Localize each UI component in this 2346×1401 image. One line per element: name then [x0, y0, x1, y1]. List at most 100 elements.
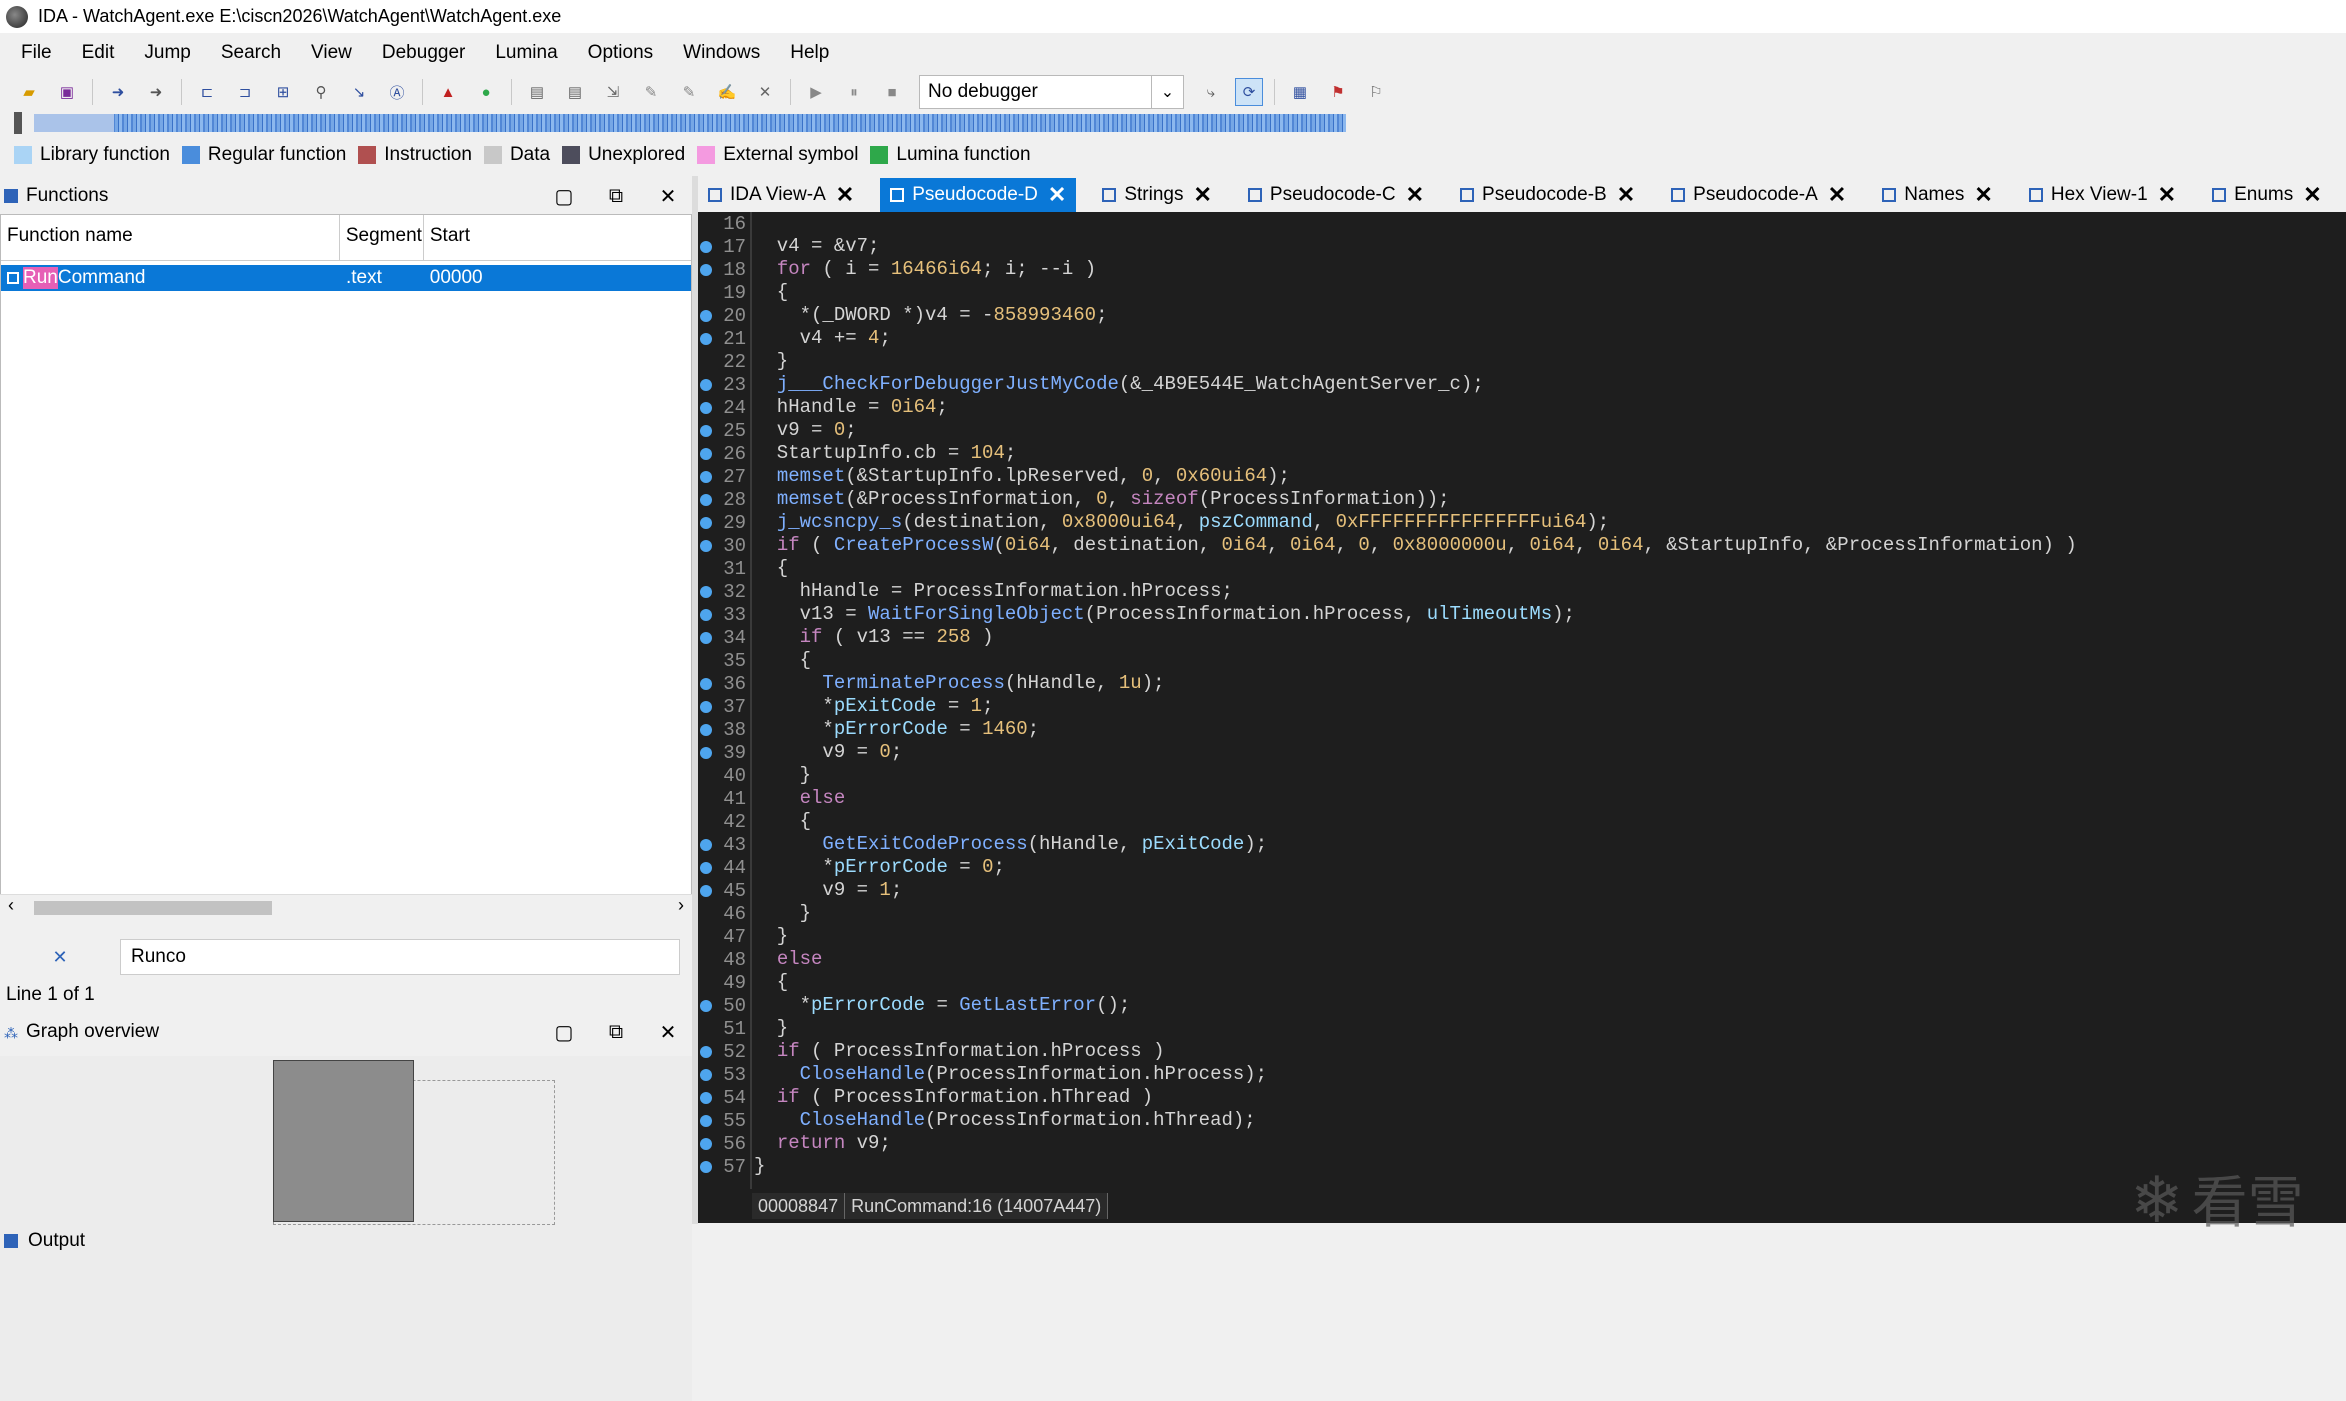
breakpoint-dot-icon[interactable]	[700, 540, 712, 552]
code-line[interactable]: }	[754, 350, 2077, 373]
stop-icon[interactable]: ■	[878, 78, 906, 106]
breakpoint-dot-icon[interactable]	[700, 1138, 712, 1150]
menu-edit[interactable]: Edit	[67, 42, 130, 64]
code-line[interactable]: {	[754, 281, 2077, 304]
code-line[interactable]: return v9;	[754, 1132, 2077, 1155]
code-line[interactable]: v4 += 4;	[754, 327, 2077, 350]
close-icon[interactable]: ✕	[656, 1020, 680, 1044]
close-tab-icon[interactable]: ✕	[1974, 182, 1992, 208]
column-start[interactable]: Start	[424, 215, 691, 260]
breakpoint-dot-icon[interactable]	[700, 586, 712, 598]
save-icon[interactable]: ▣	[53, 78, 81, 106]
close-tab-icon[interactable]: ✕	[1617, 182, 1635, 208]
code-line[interactable]: {	[754, 557, 2077, 580]
close-tab-icon[interactable]: ✕	[1406, 182, 1424, 208]
code-line[interactable]: v9 = 1;	[754, 879, 2077, 902]
code-line[interactable]: else	[754, 787, 2077, 810]
code-line[interactable]: *pErrorCode = GetLastError();	[754, 994, 2077, 1017]
scroll-right-icon[interactable]: ›	[678, 895, 684, 916]
code-icon[interactable]: ⊏	[193, 78, 221, 106]
code-line[interactable]: j___CheckForDebuggerJustMyCode(&_4B9E544…	[754, 373, 2077, 396]
close-tab-icon[interactable]: ✕	[2158, 182, 2176, 208]
close-tab-icon[interactable]: ✕	[1193, 182, 1211, 208]
breakpoint-dot-icon[interactable]	[700, 241, 712, 253]
sign-icon[interactable]: ✍	[713, 78, 741, 106]
close-tab-icon[interactable]: ✕	[2303, 182, 2321, 208]
data-icon[interactable]: ⊐	[231, 78, 259, 106]
code-line[interactable]: memset(&ProcessInformation, 0, sizeof(Pr…	[754, 488, 2077, 511]
menu-search[interactable]: Search	[206, 42, 296, 64]
menu-lumina[interactable]: Lumina	[480, 42, 572, 64]
menu-options[interactable]: Options	[573, 42, 668, 64]
code-line[interactable]: }	[754, 1017, 2077, 1040]
flag-icon[interactable]: ⚐	[1362, 78, 1390, 106]
menu-jump[interactable]: Jump	[129, 42, 205, 64]
breakpoint-dot-icon[interactable]	[700, 310, 712, 322]
breakpoint-dot-icon[interactable]	[700, 379, 712, 391]
tab-strings[interactable]: Strings ✕	[1092, 178, 1222, 212]
breakpoint-dot-icon[interactable]	[700, 839, 712, 851]
breakpoint-dot-icon[interactable]	[700, 1092, 712, 1104]
breakpoint-dot-icon[interactable]	[700, 1000, 712, 1012]
navigation-map[interactable]	[34, 114, 1346, 132]
code-line[interactable]: CloseHandle(ProcessInformation.hThread);	[754, 1109, 2077, 1132]
pause-icon[interactable]: ⏸	[840, 78, 868, 106]
breakpoint-dot-icon[interactable]	[700, 264, 712, 276]
code-line[interactable]: v9 = 0;	[754, 419, 2077, 442]
tab-names[interactable]: Names ✕	[1872, 178, 2003, 212]
menu-view[interactable]: View	[296, 42, 367, 64]
sync-icon[interactable]: ⟳	[1235, 78, 1263, 106]
breakpoint-dot-icon[interactable]	[700, 494, 712, 506]
breakpoint-dot-icon[interactable]	[700, 448, 712, 460]
code-line[interactable]: CloseHandle(ProcessInformation.hProcess)…	[754, 1063, 2077, 1086]
breakpoint-dot-icon[interactable]	[700, 632, 712, 644]
code-line[interactable]: v13 = WaitForSingleObject(ProcessInforma…	[754, 603, 2077, 626]
code-line[interactable]: memset(&StartupInfo.lpReserved, 0, 0x60u…	[754, 465, 2077, 488]
green-dot-icon[interactable]: ●	[472, 78, 500, 106]
tab-ida-view-a[interactable]: IDA View-A ✕	[698, 178, 864, 212]
code-line[interactable]: if ( ProcessInformation.hThread )	[754, 1086, 2077, 1109]
tab-pseudocode-c[interactable]: Pseudocode-C ✕	[1238, 178, 1434, 212]
code-line[interactable]	[754, 212, 2077, 235]
menu-file[interactable]: File	[6, 42, 67, 64]
code-line[interactable]: *pExitCode = 1;	[754, 695, 2077, 718]
tab-pseudocode-b[interactable]: Pseudocode-B ✕	[1450, 178, 1645, 212]
tab-pseudocode-d[interactable]: Pseudocode-D ✕	[880, 178, 1077, 212]
float-icon[interactable]: ⧉	[604, 184, 628, 208]
table-row[interactable]: Run Command .text 00000	[1, 265, 691, 291]
graph-icon[interactable]: ⚑	[1324, 78, 1352, 106]
print2-icon[interactable]: ▤	[561, 78, 589, 106]
code-line[interactable]: *(_DWORD *)v4 = -858993460;	[754, 304, 2077, 327]
print-icon[interactable]: ▤	[523, 78, 551, 106]
export-icon[interactable]: ⇲	[599, 78, 627, 106]
column-function-name[interactable]: Function name	[1, 215, 340, 260]
column-segment[interactable]: Segment	[340, 215, 424, 260]
breakpoint-dot-icon[interactable]	[700, 862, 712, 874]
code-line[interactable]: GetExitCodeProcess(hHandle, pExitCode);	[754, 833, 2077, 856]
code-line[interactable]: }	[754, 1155, 2077, 1178]
breakpoint-dot-icon[interactable]	[700, 1161, 712, 1173]
breakpoint-dot-icon[interactable]	[700, 885, 712, 897]
code-line[interactable]: {	[754, 971, 2077, 994]
tab-hex-view-1[interactable]: Hex View-1 ✕	[2019, 178, 2186, 212]
tab-pseudocode-a[interactable]: Pseudocode-A ✕	[1661, 178, 1856, 212]
forward-arrow-icon[interactable]: ➜	[142, 78, 170, 106]
back-arrow-icon[interactable]: ➜	[104, 78, 132, 106]
float-icon[interactable]: ⧉	[604, 1020, 628, 1044]
menu-help[interactable]: Help	[775, 42, 844, 64]
pseudocode-view[interactable]: 16 17 18 19 20 21 22 23 24 25 26 27 28 29 30 31 32 33 34 35…	[698, 212, 2346, 1189]
debugger-select[interactable]: No debugger ⌄	[919, 75, 1184, 109]
tab-enums[interactable]: Enums ✕	[2202, 178, 2332, 212]
attach-icon[interactable]: ⤷	[1197, 78, 1225, 106]
code-line[interactable]: j_wcsncpy_s(destination, 0x8000ui64, psz…	[754, 511, 2077, 534]
open-icon[interactable]: ▰	[15, 78, 43, 106]
grid-icon[interactable]: ▦	[1286, 78, 1314, 106]
code-line[interactable]: if ( CreateProcessW(0i64, destination, 0…	[754, 534, 2077, 557]
output-panel-title[interactable]: Output	[0, 1224, 2346, 1258]
close-tab-icon[interactable]: ✕	[1828, 182, 1846, 208]
breakpoint-dot-icon[interactable]	[700, 425, 712, 437]
code-line[interactable]: }	[754, 902, 2077, 925]
breakpoint-dot-icon[interactable]	[700, 402, 712, 414]
pseudocode-text[interactable]: v4 = &v7; for ( i = 16466i64; i; --i ) {…	[754, 212, 2077, 1178]
struct-icon[interactable]: ⊞	[269, 78, 297, 106]
